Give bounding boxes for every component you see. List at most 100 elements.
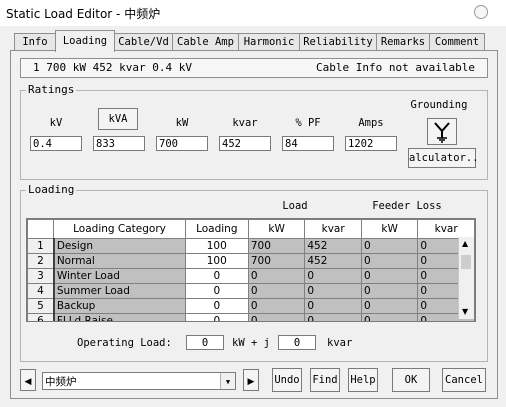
row-number[interactable]: 5 [27, 298, 55, 314]
operating-kw-field: 0 [186, 335, 224, 350]
amps-label: Amps [358, 117, 384, 129]
row-number[interactable]: 4 [27, 283, 55, 299]
loading-cell[interactable]: 100 [184, 253, 249, 269]
kw-field[interactable]: 700 [156, 136, 208, 151]
tab-info[interactable]: Info [14, 33, 56, 51]
row-number[interactable]: 3 [27, 268, 55, 284]
kvar-cell: 452 [304, 238, 362, 254]
loading-cell[interactable]: 0 [184, 268, 249, 284]
category-cell[interactable]: FLLd Raise [53, 313, 186, 321]
tab-cable-amp[interactable]: Cable Amp [172, 33, 239, 51]
kva-field[interactable]: 833 [93, 136, 145, 151]
undo-button[interactable]: Undo [272, 368, 302, 392]
table-row[interactable]: 4 Summer Load 0 0 0 0 0 [27, 283, 475, 299]
column-header[interactable]: Loading Category [53, 219, 186, 239]
tab-loading[interactable]: Loading [55, 30, 115, 52]
kvar-cell: 452 [304, 253, 362, 269]
amps-field[interactable]: 1202 [345, 136, 397, 151]
kva-button[interactable]: kVA [98, 108, 138, 130]
feeder-kw-cell: 0 [360, 283, 419, 299]
table-row[interactable]: 1 Design 100 700 452 0 0 [27, 238, 475, 254]
kvar-unit-label: kvar [327, 337, 353, 349]
kw-label: kW [175, 117, 189, 129]
calculator-button[interactable]: alculator.. [408, 148, 479, 168]
element-select[interactable]: 中频炉 ▼ [42, 372, 236, 390]
table-row[interactable]: 6 FLLd Raise 0 0 0 0 0 [27, 313, 475, 321]
scroll-up-icon[interactable]: ▲ [462, 239, 468, 248]
scroll-down-icon[interactable]: ▼ [462, 307, 468, 316]
row-number[interactable]: 6 [27, 313, 55, 321]
ratings-legend: Ratings [26, 83, 77, 96]
grounding-label: Grounding [410, 99, 468, 111]
column-header[interactable]: kvar [304, 219, 362, 239]
tab-remarks[interactable]: Remarks [376, 33, 430, 51]
previous-element-button[interactable]: ◀ [20, 369, 36, 391]
kw-j-label: kW + j [232, 337, 270, 349]
cancel-button[interactable]: Cancel [442, 368, 486, 392]
category-cell[interactable]: Normal [53, 253, 186, 269]
loading-cell[interactable]: 0 [184, 313, 249, 321]
loading-cell[interactable]: 100 [184, 238, 249, 254]
loading-table[interactable]: Loading Category Loading kW kvar kW kvar… [26, 218, 476, 322]
help-button[interactable]: Help [348, 368, 378, 392]
pf-label: % PF [295, 117, 321, 129]
feeder-loss-label: Feeder Loss [372, 200, 442, 212]
category-cell[interactable]: Summer Load [53, 283, 186, 299]
table-scrollbar[interactable]: ▲ ▼ [458, 237, 474, 319]
find-button[interactable]: Find [310, 368, 340, 392]
chevron-left-icon: ◀ [24, 377, 32, 387]
feeder-kw-cell: 0 [360, 238, 419, 254]
kvar-cell: 0 [304, 313, 362, 321]
kv-label: kV [49, 117, 63, 129]
loading-cell[interactable]: 0 [184, 283, 249, 299]
loading-legend: Loading [26, 183, 77, 196]
feeder-kw-cell: 0 [360, 298, 419, 314]
table-row[interactable]: 3 Winter Load 0 0 0 0 0 [27, 268, 475, 284]
info-summary: 1 700 kW 452 kvar 0.4 kV [33, 61, 192, 74]
table-header-row: Loading Category Loading kW kvar kW kvar [27, 219, 475, 239]
element-select-value: 中频炉 [45, 376, 77, 388]
kvar-cell: 0 [304, 298, 362, 314]
kw-cell: 0 [247, 268, 306, 284]
kw-cell: 0 [247, 298, 306, 314]
operating-kvar-field: 0 [278, 335, 316, 350]
table-row[interactable]: 5 Backup 0 0 0 0 0 [27, 298, 475, 314]
feeder-kw-cell: 0 [360, 253, 419, 269]
kvar-label: kvar [232, 117, 258, 129]
column-header[interactable]: kvar [417, 219, 475, 239]
info-bar: 1 700 kW 452 kvar 0.4 kV Cable Info not … [20, 58, 488, 78]
category-cell[interactable]: Winter Load [53, 268, 186, 284]
operating-load-label: Operating Load: [77, 337, 172, 349]
kv-field[interactable]: 0.4 [30, 136, 82, 151]
tab-cable-vd[interactable]: Cable/Vd [114, 33, 173, 51]
tab-comment[interactable]: Comment [429, 33, 485, 51]
column-header[interactable]: kW [247, 219, 306, 239]
kw-cell: 700 [247, 253, 306, 269]
feeder-kw-cell: 0 [360, 268, 419, 284]
ok-button[interactable]: OK [392, 368, 430, 392]
kvar-cell: 0 [304, 283, 362, 299]
chevron-down-icon[interactable]: ▼ [220, 373, 235, 389]
close-icon[interactable] [474, 5, 488, 19]
kw-cell: 700 [247, 238, 306, 254]
kvar-field[interactable]: 452 [219, 136, 271, 151]
load-group-label: Load [282, 200, 308, 212]
row-number[interactable]: 1 [27, 238, 55, 254]
next-element-button[interactable]: ▶ [243, 369, 259, 391]
tab-harmonic[interactable]: Harmonic [238, 33, 300, 51]
category-cell[interactable]: Design [53, 238, 186, 254]
column-header[interactable]: Loading [184, 219, 249, 239]
loading-cell[interactable]: 0 [184, 298, 249, 314]
category-cell[interactable]: Backup [53, 298, 186, 314]
column-header[interactable]: kW [360, 219, 419, 239]
wye-ground-icon [434, 122, 450, 143]
table-row[interactable]: 2 Normal 100 700 452 0 0 [27, 253, 475, 269]
chevron-right-icon: ▶ [247, 377, 255, 387]
pf-field[interactable]: 84 [282, 136, 334, 151]
title-bar: Static Load Editor - 中频炉 [0, 0, 506, 26]
feeder-kw-cell: 0 [360, 313, 419, 321]
scroll-thumb[interactable] [461, 255, 471, 269]
tab-reliability[interactable]: Reliability [299, 33, 377, 51]
grounding-button[interactable] [427, 118, 457, 145]
row-number[interactable]: 2 [27, 253, 55, 269]
